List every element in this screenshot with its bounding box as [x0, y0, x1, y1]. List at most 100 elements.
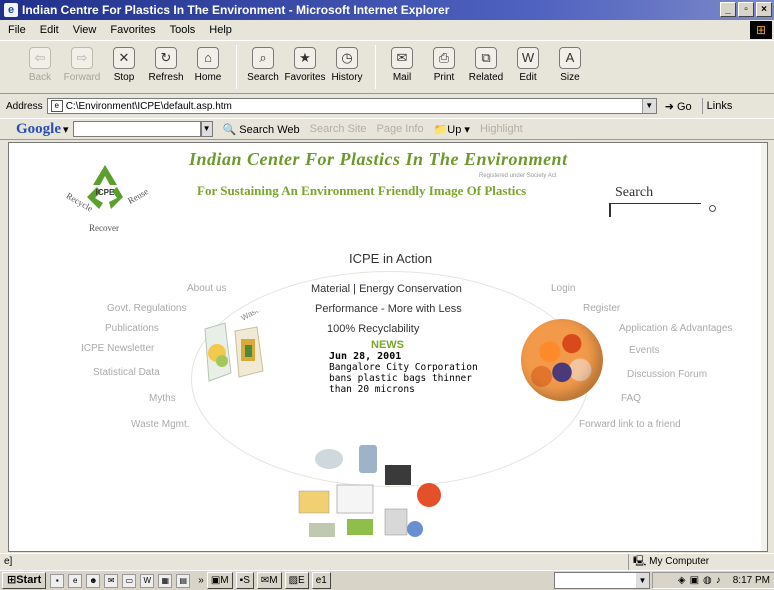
link-register[interactable]: Register: [583, 303, 620, 314]
windows-logo-icon: ⊞: [750, 21, 772, 39]
quicklaunch-icon[interactable]: ▦: [158, 573, 173, 588]
search-site-button[interactable]: Search Site: [310, 123, 367, 135]
quicklaunch-icon[interactable]: ▭: [122, 573, 137, 588]
news-text[interactable]: Bangalore City Corporation bans plastic …: [329, 362, 499, 395]
task-button[interactable]: ▨E: [284, 572, 309, 589]
favorites-button[interactable]: ★ Favorites: [284, 41, 326, 91]
link-recyclability[interactable]: 100% Recyclability: [327, 323, 419, 335]
icpe-logo[interactable]: ICPE Recycle Reuse Recover: [64, 157, 150, 239]
link-forward-friend[interactable]: Forward link to a friend: [579, 419, 681, 430]
google-search-input[interactable]: [72, 121, 201, 137]
menu-bar: File Edit View Favorites Tools Help ⊞: [0, 21, 774, 39]
search-input-edge: [609, 203, 611, 217]
stop-button[interactable]: ✕ Stop: [104, 41, 144, 91]
page-info-button[interactable]: Page Info: [377, 123, 424, 135]
link-waste-mgmt[interactable]: Waste Mgmt.: [131, 419, 190, 430]
plastic-products-image[interactable]: [289, 439, 457, 549]
news-title: NEWS: [371, 339, 404, 351]
stop-icon: ✕: [113, 47, 135, 69]
google-menu-icon[interactable]: ▾: [63, 123, 69, 136]
task-button[interactable]: ✉M: [256, 572, 282, 589]
restore-button[interactable]: ▫: [738, 2, 754, 17]
tray-icon[interactable]: ▣: [690, 575, 699, 586]
address-input[interactable]: e C:\Environment\ICPE\default.asp.htm ▼: [46, 98, 657, 114]
plastic-pellets-image[interactable]: [521, 319, 603, 401]
link-events[interactable]: Events: [629, 345, 660, 356]
related-button[interactable]: ⧉ Related: [466, 41, 506, 91]
toolbar-separator: [236, 45, 237, 89]
quicklaunch-icon[interactable]: ✉: [104, 573, 119, 588]
back-button[interactable]: ⇦ Back: [20, 41, 60, 91]
search-input[interactable]: [609, 203, 701, 204]
refresh-icon: ↻: [155, 47, 177, 69]
plastic-bags-image[interactable]: Waste: [191, 311, 279, 393]
mail-button[interactable]: ✉ Mail: [382, 41, 422, 91]
vertical-scrollbar[interactable]: [761, 143, 767, 551]
link-statistical-data[interactable]: Statistical Data: [93, 367, 160, 378]
edit-icon: W: [517, 47, 539, 69]
google-dropdown-icon[interactable]: ▼: [200, 121, 213, 137]
task-button[interactable]: e1: [311, 572, 331, 589]
go-button[interactable]: ➜ Go: [665, 100, 692, 113]
link-energy-conservation[interactable]: Material | Energy Conservation: [311, 283, 462, 295]
quicklaunch-icon[interactable]: e: [68, 573, 83, 588]
task-button[interactable]: ▣M: [206, 572, 233, 589]
size-button[interactable]: A Size: [550, 41, 590, 91]
refresh-button[interactable]: ↻ Refresh: [146, 41, 186, 91]
link-faq[interactable]: FAQ: [621, 393, 641, 404]
search-button[interactable]: ⌕ Search: [243, 41, 283, 91]
forward-arrow-icon: ⇨: [71, 47, 93, 69]
minimize-button[interactable]: _: [720, 2, 736, 17]
menu-view[interactable]: View: [73, 24, 97, 36]
print-icon: ⎙: [433, 47, 455, 69]
menu-file[interactable]: File: [8, 24, 26, 36]
speaker-icon[interactable]: ♪: [716, 575, 721, 586]
search-label: Search: [615, 185, 654, 200]
system-tray: ◈ ▣ ◍ ♪ 8:17 PM: [652, 572, 774, 589]
back-arrow-icon: ⇦: [29, 47, 51, 69]
link-about-us[interactable]: About us: [187, 283, 226, 294]
link-newsletter[interactable]: ICPE Newsletter: [81, 343, 154, 354]
quicklaunch-icon[interactable]: ☻: [86, 573, 101, 588]
tray-icon[interactable]: ◍: [703, 575, 712, 586]
menu-favorites[interactable]: Favorites: [110, 24, 155, 36]
menu-tools[interactable]: Tools: [170, 24, 196, 36]
window-title: Indian Centre For Plastics In The Enviro…: [22, 3, 450, 17]
up-button[interactable]: 📁Up ▾: [434, 123, 470, 136]
action-title: ICPE in Action: [349, 251, 433, 266]
search-go-icon[interactable]: [709, 205, 716, 212]
quicklaunch-icon[interactable]: ▪: [50, 573, 65, 588]
search-web-button[interactable]: 🔍 Search Web: [223, 123, 300, 136]
address-dropdown-icon[interactable]: ▼: [641, 99, 656, 113]
more-quicklaunch-icon[interactable]: »: [198, 575, 204, 586]
page-content: ICPE Recycle Reuse Recover Indian Center…: [8, 142, 768, 552]
link-publications[interactable]: Publications: [105, 323, 159, 334]
quicklaunch-icon[interactable]: ▤: [176, 573, 191, 588]
link-myths[interactable]: Myths: [149, 393, 176, 404]
menu-help[interactable]: Help: [209, 24, 232, 36]
history-button[interactable]: ◷ History: [327, 41, 367, 91]
link-performance[interactable]: Performance - More with Less: [315, 303, 462, 315]
close-button[interactable]: ×: [756, 2, 772, 17]
link-govt-regulations[interactable]: Govt. Regulations: [107, 303, 187, 314]
google-logo[interactable]: Google: [16, 121, 61, 138]
home-button[interactable]: ⌂ Home: [188, 41, 228, 91]
link-login[interactable]: Login: [551, 283, 575, 294]
link-applications[interactable]: Application & Advantages: [619, 323, 732, 334]
tray-icon[interactable]: ◈: [678, 575, 686, 586]
task-button[interactable]: ▪S: [235, 572, 254, 589]
quicklaunch-icon[interactable]: W: [140, 573, 155, 588]
menu-edit[interactable]: Edit: [40, 24, 59, 36]
registered-note: Registered under Society Act: [479, 173, 557, 179]
link-discussion-forum[interactable]: Discussion Forum: [627, 369, 707, 380]
dropdown-arrow-icon: ▼: [636, 573, 649, 588]
taskbar-address-dropdown[interactable]: ▼: [554, 572, 650, 589]
page-done-icon: e]: [4, 556, 13, 567]
edit-button[interactable]: W Edit: [508, 41, 548, 91]
print-button[interactable]: ⎙ Print: [424, 41, 464, 91]
start-button[interactable]: ⊞Start: [2, 572, 47, 589]
logo-word-recover: Recover: [89, 223, 119, 233]
highlight-button[interactable]: Highlight: [480, 123, 523, 135]
forward-button[interactable]: ⇨ Forward: [62, 41, 102, 91]
links-button[interactable]: Links: [701, 98, 732, 114]
